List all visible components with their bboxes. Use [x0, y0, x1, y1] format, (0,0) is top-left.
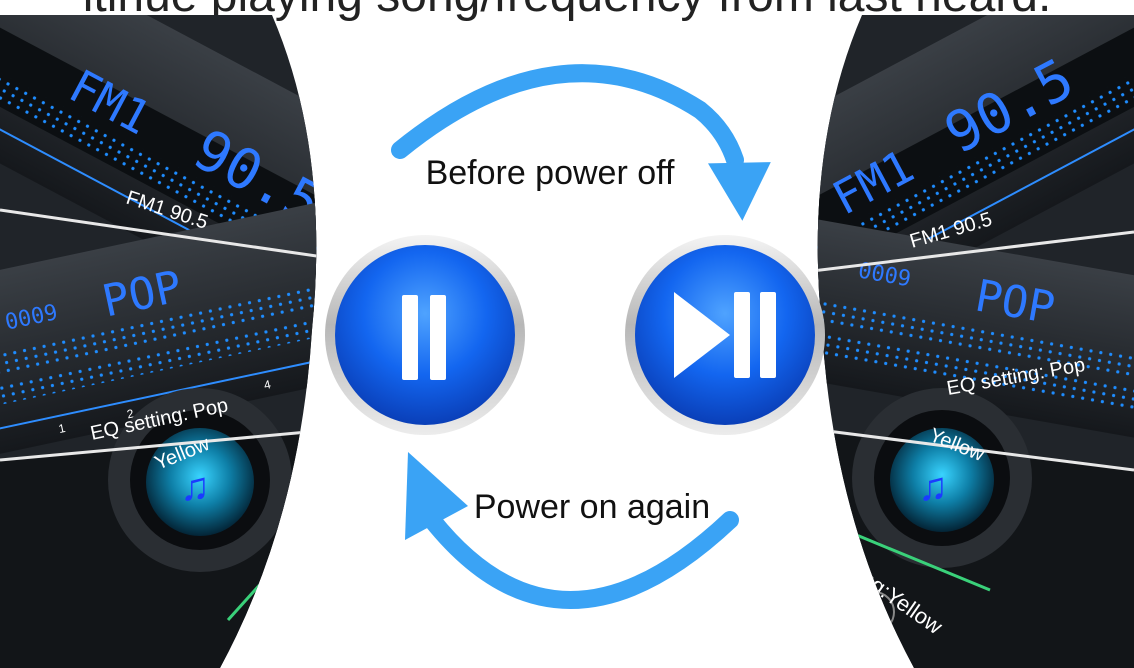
- diagram-canvas: FM1 90.5 0009 POP 1 2 3 4: [0, 15, 1134, 668]
- left-pause-button[interactable]: [325, 235, 525, 435]
- bottom-arrow: [405, 452, 739, 609]
- before-caption: Before power off: [426, 154, 675, 192]
- top-arrow: [391, 64, 771, 221]
- right-play-icon: [864, 601, 884, 621]
- right-play-pause-button[interactable]: [625, 235, 825, 435]
- left-play-icon: [315, 566, 317, 590]
- left-music-note-icon: ♫: [180, 465, 210, 509]
- stage: itinue playing song/frequency from last …: [0, 0, 1134, 668]
- right-music-note-icon: ♫: [918, 465, 948, 509]
- after-caption: Power on again: [474, 488, 710, 526]
